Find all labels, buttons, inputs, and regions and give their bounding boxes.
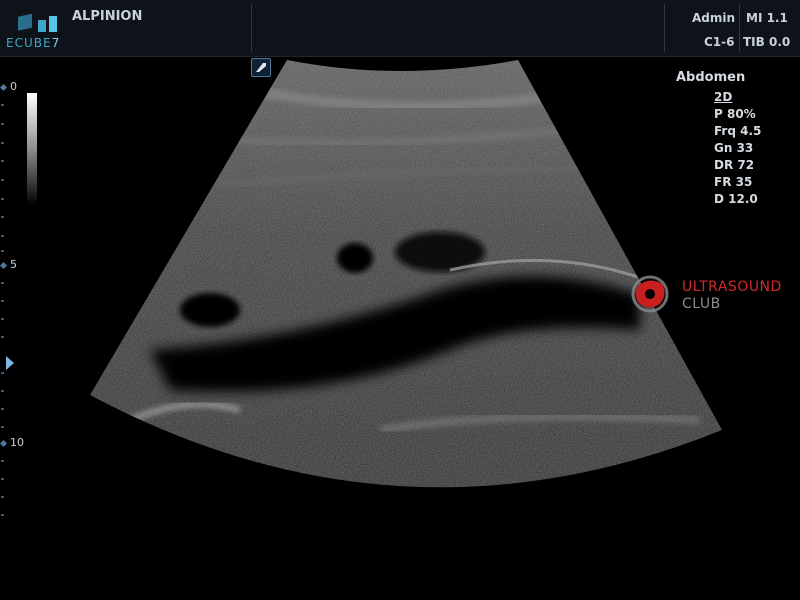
frame-rate-value: FR 35 [714, 175, 753, 189]
power-value: P 80% [714, 107, 756, 121]
depth-tick [1, 104, 4, 106]
depth-tick [1, 496, 4, 498]
ultrasound-club-logo-icon [631, 275, 669, 313]
depth-tick [1, 300, 4, 302]
gain-value: Gn 33 [714, 141, 754, 155]
depth-label-10: 10 [10, 436, 24, 449]
header-divider [739, 4, 740, 52]
depth-tick [1, 390, 4, 392]
gray-map-bar [27, 93, 37, 205]
depth-tick [1, 160, 4, 162]
ecube-logo-icon [18, 13, 57, 32]
brand-label: ALPINION [72, 9, 143, 24]
depth-tick [1, 372, 4, 374]
header-divider [664, 4, 665, 52]
header-divider [251, 4, 252, 52]
depth-label-5: 5 [10, 258, 17, 271]
focus-triangle-icon[interactable] [6, 356, 14, 370]
depth-tick [1, 282, 4, 284]
dynamic-range-value: DR 72 [714, 158, 755, 172]
orientation-button[interactable] [251, 58, 271, 77]
depth-tick [1, 514, 4, 516]
header-bar: ECUBE7 ALPINION Admin MI 1.1 C1-6 TIB 0.… [0, 0, 800, 57]
ecube-logo-text: ECUBE7 [6, 36, 61, 50]
depth-label-0: 0 [10, 80, 17, 93]
depth-tick [1, 198, 4, 200]
depth-tick [1, 478, 4, 480]
watermark-line2: CLUB [682, 296, 721, 312]
tib-index: TIB 0.0 [743, 35, 791, 49]
depth-tick [1, 250, 4, 252]
orientation-marker-icon [256, 63, 266, 72]
depth-tick [1, 336, 4, 338]
depth-tick [1, 318, 4, 320]
user-label: Admin [692, 11, 736, 25]
depth-tick [1, 123, 4, 125]
depth-tick [1, 426, 4, 428]
ultrasound-image [90, 60, 722, 488]
frequency-value: Frq 4.5 [714, 124, 762, 138]
preset-label: Abdomen [676, 70, 746, 85]
depth-tick [1, 179, 4, 181]
probe-label: C1-6 [704, 35, 735, 49]
depth-tick [1, 408, 4, 410]
parameter-list: 2D P 80% Frq 4.5 Gn 33 DR 72 FR 35 D 12.… [714, 89, 761, 208]
watermark-line1: ULTRASOUND [682, 279, 782, 295]
depth-tick [1, 142, 4, 144]
ultrasound-club-watermark: ULTRASOUND CLUB [626, 272, 781, 324]
depth-tick [1, 235, 4, 237]
mode-label: 2D [714, 90, 733, 104]
ecube-logo: ECUBE7 [4, 6, 68, 50]
depth-tick [1, 216, 4, 218]
mi-index: MI 1.1 [746, 11, 788, 25]
depth-tick [1, 460, 4, 462]
depth-value: D 12.0 [714, 192, 758, 206]
